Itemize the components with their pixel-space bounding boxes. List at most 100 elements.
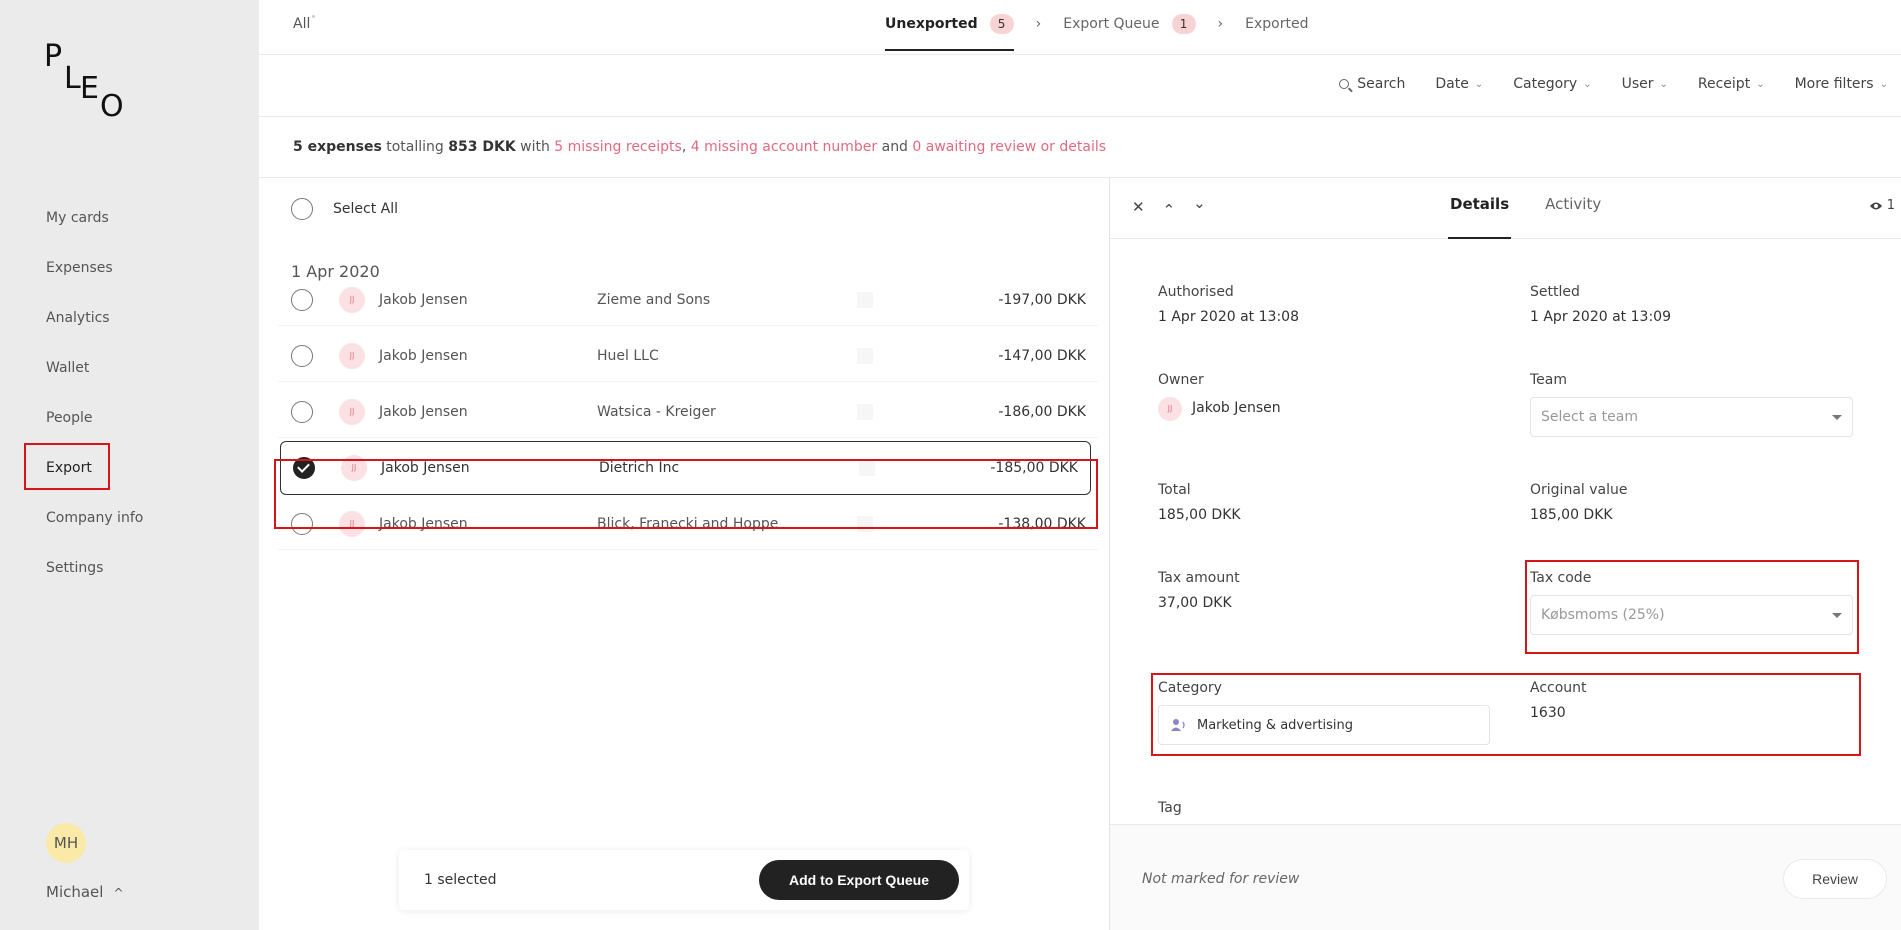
row-checkbox[interactable] [291, 288, 313, 311]
viewers-count: 1 [1886, 198, 1895, 213]
sidebar-item-analytics[interactable]: Analytics [46, 304, 143, 354]
pleo-logo[interactable]: P L E O [44, 42, 129, 122]
user-name-label: Michael [46, 883, 104, 901]
user-menu[interactable]: Michael ^ [46, 883, 124, 901]
tab-exported[interactable]: Exported [1245, 16, 1308, 48]
authorised-value: 1 Apr 2020 at 13:08 [1158, 309, 1299, 325]
row-merchant: Watsica - Kreiger [597, 403, 716, 420]
export-flow-tabs: Unexported 5 › Export Queue 1 › Exported [885, 14, 1308, 51]
row-merchant: Zieme and Sons [597, 291, 711, 308]
category-filter[interactable]: Category ⌄ [1513, 76, 1591, 92]
sidebar-item-settings[interactable]: Settings [46, 554, 143, 604]
avatar: JJ [339, 510, 365, 537]
more-filters-label: More filters [1794, 76, 1874, 92]
chevron-down-icon: ⌄ [1756, 78, 1765, 90]
total-value: 185,00 DKK [1158, 507, 1241, 523]
filter-bar: Search Date ⌄ Category ⌄ User ⌄ Receipt ⌄ Mo… [259, 55, 1901, 117]
row-merchant: Dietrich Inc [599, 460, 680, 476]
chevron-right-icon: › [1217, 16, 1224, 32]
chevron-down-icon: ⌄ [1879, 78, 1888, 90]
avatar: JJ [1158, 397, 1182, 421]
table-row[interactable]: JJ Jakob Jensen Huel LLC -147,00 DKK [278, 330, 1098, 382]
review-button[interactable]: Review [1783, 859, 1887, 899]
receipt-icon [857, 347, 873, 364]
row-amount: -197,00 DKK [998, 291, 1086, 308]
avatar: JJ [339, 342, 365, 369]
row-amount: -186,00 DKK [998, 403, 1086, 420]
dropdown-arrow-icon [1832, 613, 1842, 618]
selected-count: 1 selected [424, 872, 497, 888]
tab-all[interactable]: All [293, 15, 316, 32]
select-all-checkbox[interactable] [291, 198, 313, 220]
summary-comma: , [681, 139, 687, 155]
receipt-icon [857, 403, 873, 420]
category-select[interactable]: Marketing & advertising [1158, 705, 1490, 745]
select-all[interactable]: Select All [291, 198, 398, 220]
date-filter[interactable]: Date ⌄ [1435, 76, 1483, 92]
row-owner: Jakob Jensen [379, 403, 468, 420]
row-merchant: Blick, Franecki and Hoppe [597, 515, 779, 532]
eye-icon [1869, 202, 1882, 209]
table-row-selected[interactable]: JJ Jakob Jensen Dietrich Inc -185,00 DKK [280, 441, 1091, 495]
expense-list: Select All 1 Apr 2020 JJ Jakob Jensen Zi… [259, 178, 1109, 930]
row-checkbox-checked[interactable] [293, 457, 315, 479]
tab-details[interactable]: Details [1448, 178, 1512, 239]
missing-receipts-link[interactable]: 5 missing receipts [554, 139, 682, 155]
summary-text-2: with [520, 139, 550, 155]
total-label: Total [1158, 482, 1191, 498]
chevron-down-icon[interactable]: ⌄ [1193, 194, 1206, 212]
tab-unexported[interactable]: Unexported 5 [885, 14, 1014, 51]
user-filter-label: User [1621, 76, 1654, 92]
awaiting-review-link[interactable]: 0 awaiting review or details [912, 139, 1106, 155]
team-select[interactable]: Select a team [1530, 397, 1853, 437]
owner-label: Owner [1158, 372, 1204, 388]
sidebar-item-export[interactable]: Export [46, 454, 143, 504]
row-owner: Jakob Jensen [379, 515, 468, 532]
sidebar-item-wallet[interactable]: Wallet [46, 354, 143, 404]
receipt-icon [857, 515, 873, 532]
chevron-up-icon[interactable]: ⌃ [1163, 201, 1176, 219]
tax-code-select[interactable]: Købsmoms (25%) [1530, 595, 1853, 635]
avatar: JJ [339, 286, 365, 313]
tab-activity[interactable]: Activity [1543, 178, 1603, 239]
tab-export-queue[interactable]: Export Queue 1 [1063, 14, 1196, 50]
receipt-icon [857, 291, 873, 308]
avatar: JJ [341, 455, 367, 481]
authorised-label: Authorised [1158, 284, 1234, 300]
dropdown-arrow-icon [1832, 415, 1842, 420]
logo-letter-p: P [44, 39, 63, 74]
tax-amount-label: Tax amount [1158, 570, 1240, 586]
sidebar-item-my-cards[interactable]: My cards [46, 204, 143, 254]
search-button[interactable]: Search [1339, 76, 1405, 92]
table-row[interactable]: JJ Jakob Jensen Watsica - Kreiger -186,0… [278, 386, 1098, 438]
more-filters[interactable]: More filters ⌄ [1795, 76, 1888, 92]
summary-text-1: totalling [386, 139, 444, 155]
unexported-count-badge: 5 [989, 14, 1014, 34]
user-filter[interactable]: User ⌄ [1622, 76, 1668, 92]
avatar[interactable]: MH [46, 823, 86, 863]
sidebar-item-people[interactable]: People [46, 404, 143, 454]
receipt-filter[interactable]: Receipt ⌄ [1698, 76, 1765, 92]
missing-account-link[interactable]: 4 missing account number [691, 139, 877, 155]
review-footer: Not marked for review Review [1110, 824, 1901, 930]
sidebar-item-company-info[interactable]: Company info [46, 504, 143, 554]
sidebar-item-expenses[interactable]: Expenses [46, 254, 143, 304]
chevron-up-icon: ^ [113, 886, 124, 900]
account-value: 1630 [1530, 705, 1566, 721]
row-checkbox[interactable] [291, 512, 313, 535]
tag-label: Tag [1158, 800, 1182, 816]
selection-action-bar: 1 selected Add to Export Queue [399, 850, 969, 910]
row-checkbox[interactable] [291, 400, 313, 423]
review-status: Not marked for review [1142, 871, 1300, 887]
date-filter-label: Date [1435, 76, 1469, 92]
summary-count: 5 expenses [293, 139, 382, 155]
add-to-export-queue-button[interactable]: Add to Export Queue [759, 860, 959, 900]
table-row[interactable]: JJ Jakob Jensen Zieme and Sons -197,00 D… [278, 274, 1098, 326]
tax-code-value: Købsmoms (25%) [1541, 607, 1665, 623]
sidebar-nav: My cards Expenses Analytics Wallet Peopl… [46, 204, 143, 604]
tab-exported-label: Exported [1245, 16, 1309, 32]
table-row[interactable]: JJ Jakob Jensen Blick, Franecki and Hopp… [278, 498, 1098, 550]
row-checkbox[interactable] [291, 344, 313, 367]
close-icon[interactable]: ✕ [1132, 198, 1145, 216]
team-label: Team [1530, 372, 1568, 388]
